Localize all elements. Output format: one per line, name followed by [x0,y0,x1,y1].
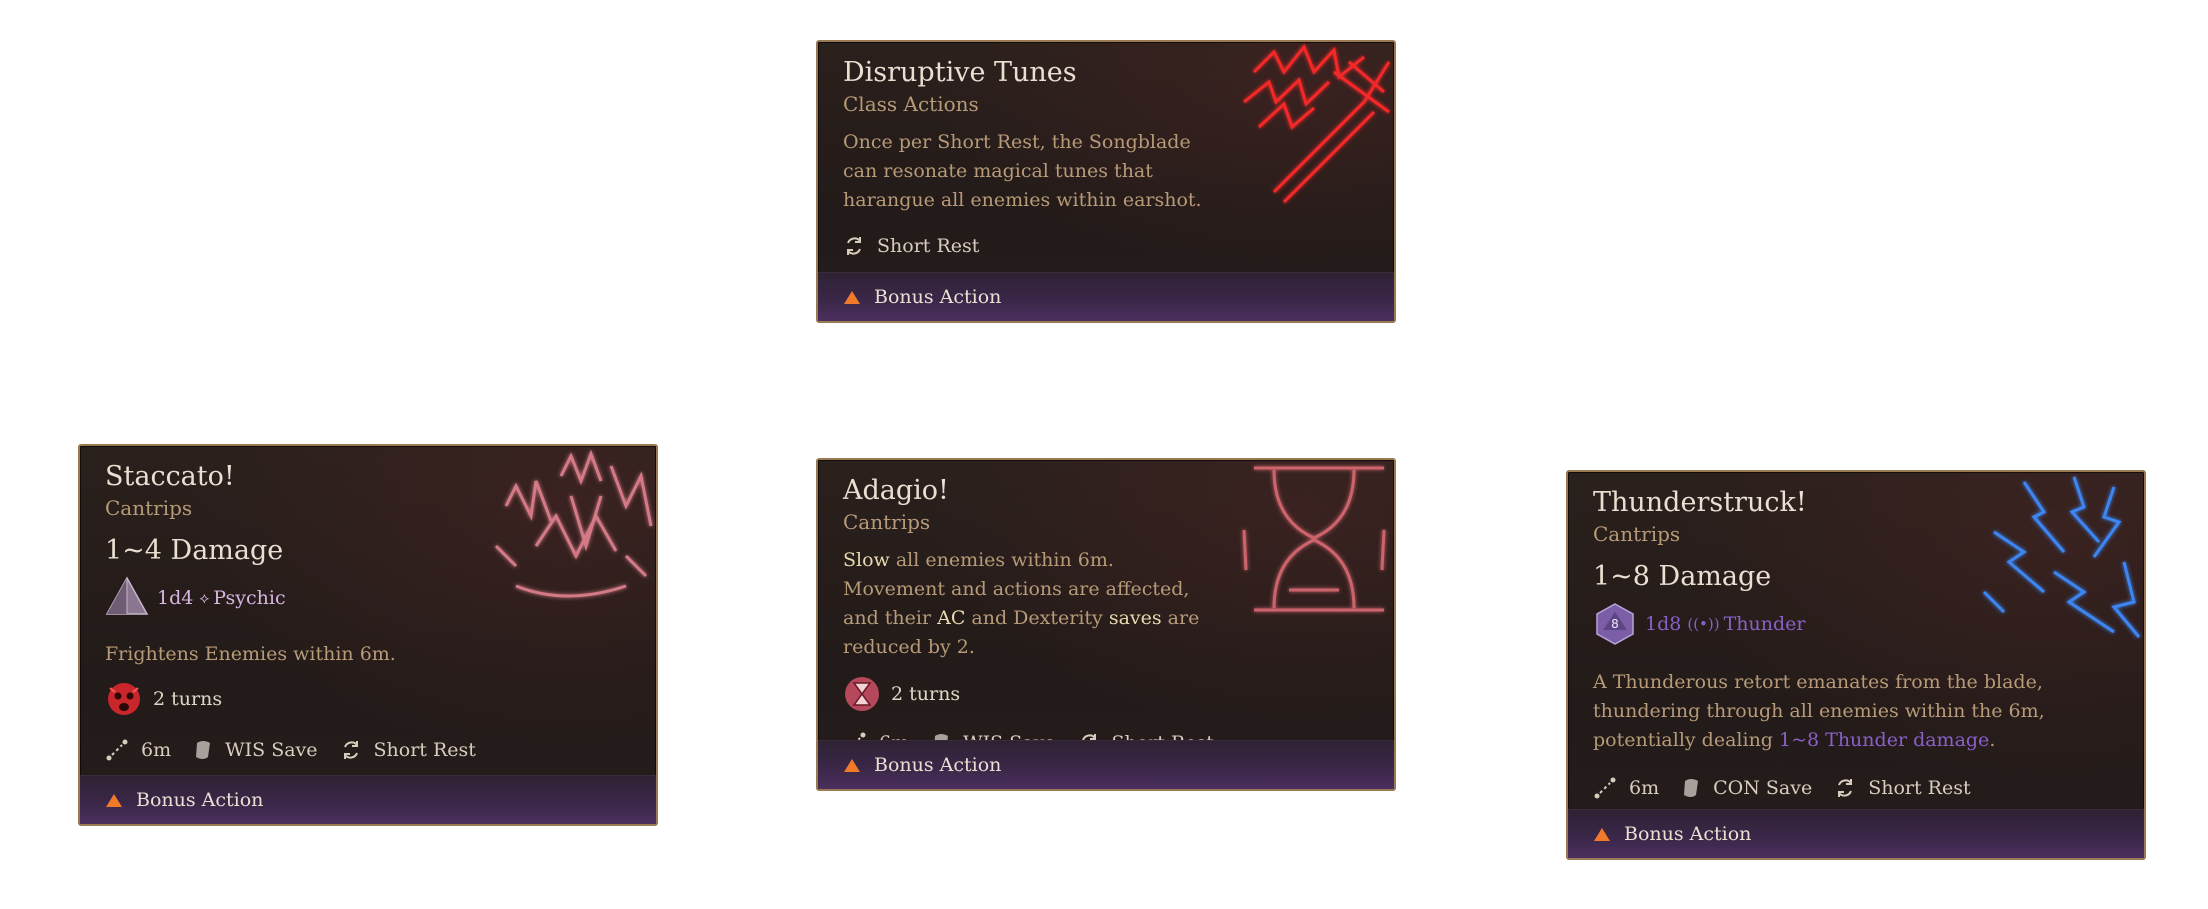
spell-card-staccato[interactable]: Staccato! Cantrips 1~4 Damage 1d4 ⟡ Psyc… [78,444,658,826]
spell-description: A Thunderous retort emanates from the bl… [1593,671,2045,751]
bonus-action-icon [106,793,122,807]
dice-label: 1d8 [1645,613,1682,635]
slow-keyword[interactable]: Slow [843,549,890,571]
spell-title: Adagio! [843,475,949,506]
bonus-action-icon [844,290,860,304]
duration-label: 2 turns [153,688,223,710]
frightened-icon [108,683,140,715]
saving-throw-icon [196,741,211,759]
dice-label: 1d4 [157,587,194,609]
bonus-action-icon [844,758,860,772]
spell-title: Disruptive Tunes [843,57,1077,88]
recharge-stat: Short Rest [1834,777,1971,799]
short-rest-icon [847,237,861,255]
slowed-hourglass-icon [845,677,879,711]
ac-keyword[interactable]: AC [937,607,965,629]
die-face-number: 8 [1611,617,1619,631]
action-cost-label: Bonus Action [1624,823,1752,845]
spell-description: Frightens Enemies within 6m. [105,643,396,665]
duration-label: 2 turns [891,683,961,705]
spell-category: Cantrips [843,510,931,534]
short-rest-icon [1838,779,1853,797]
damage-type: Psychic [213,587,286,609]
range-stat: 6m [1593,776,1659,800]
bonus-action-icon [1594,827,1610,841]
range-icon [106,739,128,761]
saving-throw-icon [1684,779,1699,797]
spell-category: Cantrips [1593,522,1681,546]
action-cost-bar: Bonus Action [818,272,1394,321]
damage-type: Thunder [1723,613,1806,635]
damage-dice-row: 1d4 ⟡ Psychic [105,576,631,620]
action-cost-label: Bonus Action [874,754,1002,776]
damage-dice-row: 8 1d8 ((•)) Thunder [1593,602,2119,646]
d8-die-icon: 8 [1596,603,1634,645]
d4-die-icon [105,576,149,615]
damage-keyword[interactable]: 1~8 Thunder damage [1779,729,1989,751]
psychic-icon: ⟡ [199,589,210,607]
action-cost-bar: Bonus Action [818,740,1394,789]
range-icon [1594,777,1616,799]
damage-range: 1~8 Damage [1593,561,1772,592]
action-cost-label: Bonus Action [874,286,1002,308]
spell-card-disruptive-tunes[interactable]: Disruptive Tunes Class Actions Once per … [816,40,1396,323]
short-rest-icon [343,741,358,759]
spell-title: Staccato! [105,461,235,492]
spell-card-adagio[interactable]: Adagio! Cantrips Slow all enemies within… [816,458,1396,791]
range-stat: 6m [105,738,171,762]
saves-keyword[interactable]: saves [1109,607,1162,629]
recharge-stat: Short Rest [843,235,979,257]
action-cost-label: Bonus Action [136,789,264,811]
action-cost-bar: Bonus Action [1568,809,2144,858]
spell-description: Once per Short Rest, the Songblade can r… [843,131,1202,211]
save-stat: CON Save [1681,777,1812,799]
spell-description: Slow all enemies within 6m. Movement and… [843,549,1200,658]
action-cost-bar: Bonus Action [80,775,656,824]
duration-row: 2 turns [105,679,631,719]
duration-row: 2 turns [843,674,1369,714]
save-stat: WIS Save [193,739,318,761]
spell-category: Class Actions [843,92,979,116]
spell-category: Cantrips [105,496,193,520]
thunder-icon: ((•)) [1687,615,1720,633]
recharge-stat: Short Rest [340,739,476,761]
spell-card-thunderstruck[interactable]: Thunderstruck! Cantrips 1~8 Damage 8 1d8… [1566,470,2146,860]
spell-title: Thunderstruck! [1593,487,1807,518]
damage-range: 1~4 Damage [105,535,284,566]
